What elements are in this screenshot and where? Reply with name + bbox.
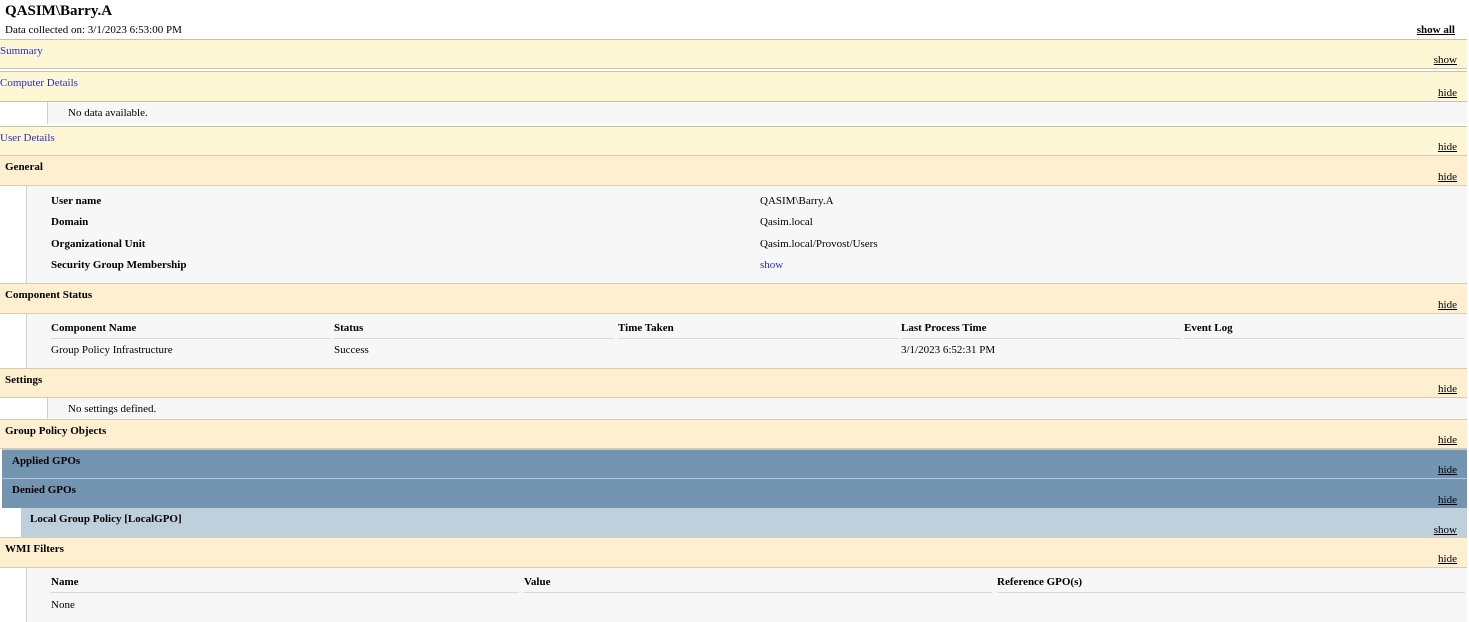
applied-gpos-toggle[interactable]: hide [1438, 464, 1457, 476]
wmi-name-cell: None [51, 599, 75, 611]
wmi-filters-toggle[interactable]: hide [1438, 553, 1457, 565]
general-value-user-name: QASIM\Barry.A [760, 195, 834, 207]
computer-details-panel: No data available. [47, 102, 1467, 124]
component-status-panel: Component Name Status Time Taken Last Pr… [26, 314, 1467, 369]
summary-label[interactable]: Summary [0, 45, 43, 57]
event-log-header: Event Log [1184, 322, 1464, 339]
computer-details-no-data: No data available. [68, 107, 148, 119]
local-gpo-header[interactable]: Local Group Policy [LocalGPO] show [21, 508, 1467, 538]
summary-toggle[interactable]: show [1434, 54, 1457, 66]
local-gpo-label: Local Group Policy [LocalGPO] [30, 513, 182, 525]
general-toggle[interactable]: hide [1438, 171, 1457, 183]
component-status-cell: Success [334, 344, 369, 356]
wmi-name-header: Name [51, 576, 519, 593]
general-label: General [5, 161, 43, 173]
status-header: Status [334, 322, 614, 339]
applied-gpos-label: Applied GPOs [12, 455, 81, 467]
denied-gpos-label: Denied GPOs [12, 484, 76, 496]
applied-gpos-header[interactable]: Applied GPOs hide [2, 449, 1467, 478]
component-status-label: Component Status [5, 289, 93, 301]
general-panel: User name QASIM\Barry.A Domain Qasim.loc… [26, 186, 1467, 283]
general-key-security-groups: Security Group Membership [51, 259, 187, 271]
settings-toggle[interactable]: hide [1438, 383, 1457, 395]
component-status-section-header[interactable]: Component Status hide [0, 283, 1467, 314]
user-details-toggle[interactable]: hide [1438, 141, 1457, 153]
component-status-toggle[interactable]: hide [1438, 299, 1457, 311]
computer-details-toggle[interactable]: hide [1438, 87, 1457, 99]
denied-gpos-toggle[interactable]: hide [1438, 494, 1457, 506]
last-process-time-cell: 3/1/2023 6:52:31 PM [901, 344, 996, 356]
wmi-filters-label: WMI Filters [5, 543, 64, 555]
general-section-header[interactable]: General hide [0, 155, 1467, 186]
local-gpo-toggle[interactable]: show [1434, 524, 1457, 536]
settings-panel: No settings defined. [47, 398, 1467, 419]
user-details-label[interactable]: User Details [0, 132, 55, 144]
summary-section-header[interactable]: Summary show [0, 39, 1467, 69]
computer-details-label[interactable]: Computer Details [0, 77, 78, 89]
general-key-domain: Domain [51, 216, 89, 228]
show-all-link[interactable]: show all [1417, 24, 1455, 36]
security-group-show-link[interactable]: show [760, 259, 783, 271]
page-title: QASIM\Barry.A [5, 3, 113, 19]
report-page: QASIM\Barry.A Data collected on: 3/1/202… [0, 0, 1469, 622]
wmi-filters-panel: Name Value Reference GPO(s) None [26, 568, 1467, 622]
general-value-domain: Qasim.local [760, 216, 813, 228]
wmi-value-header: Value [524, 576, 992, 593]
general-value-ou: Qasim.local/Provost/Users [760, 238, 878, 250]
component-name-cell: Group Policy Infrastructure [51, 344, 173, 356]
component-name-header: Component Name [51, 322, 331, 339]
denied-gpos-header[interactable]: Denied GPOs hide [2, 478, 1467, 508]
general-key-ou: Organizational Unit [51, 238, 146, 250]
time-taken-header: Time Taken [618, 322, 898, 339]
settings-label: Settings [5, 374, 43, 386]
computer-details-section-header[interactable]: Computer Details hide [0, 71, 1467, 102]
gpo-section-header[interactable]: Group Policy Objects hide [0, 419, 1467, 449]
wmi-reference-gpo-header: Reference GPO(s) [997, 576, 1465, 593]
gpo-label: Group Policy Objects [5, 425, 107, 437]
user-details-section-header[interactable]: User Details hide [0, 126, 1467, 156]
data-collected-text: Data collected on: 3/1/2023 6:53:00 PM [5, 24, 182, 36]
settings-section-header[interactable]: Settings hide [0, 368, 1467, 398]
wmi-filters-section-header[interactable]: WMI Filters hide [0, 537, 1467, 568]
settings-no-data: No settings defined. [68, 403, 157, 415]
general-key-user-name: User name [51, 195, 102, 207]
last-process-time-header: Last Process Time [901, 322, 1181, 339]
gpo-toggle[interactable]: hide [1438, 434, 1457, 446]
